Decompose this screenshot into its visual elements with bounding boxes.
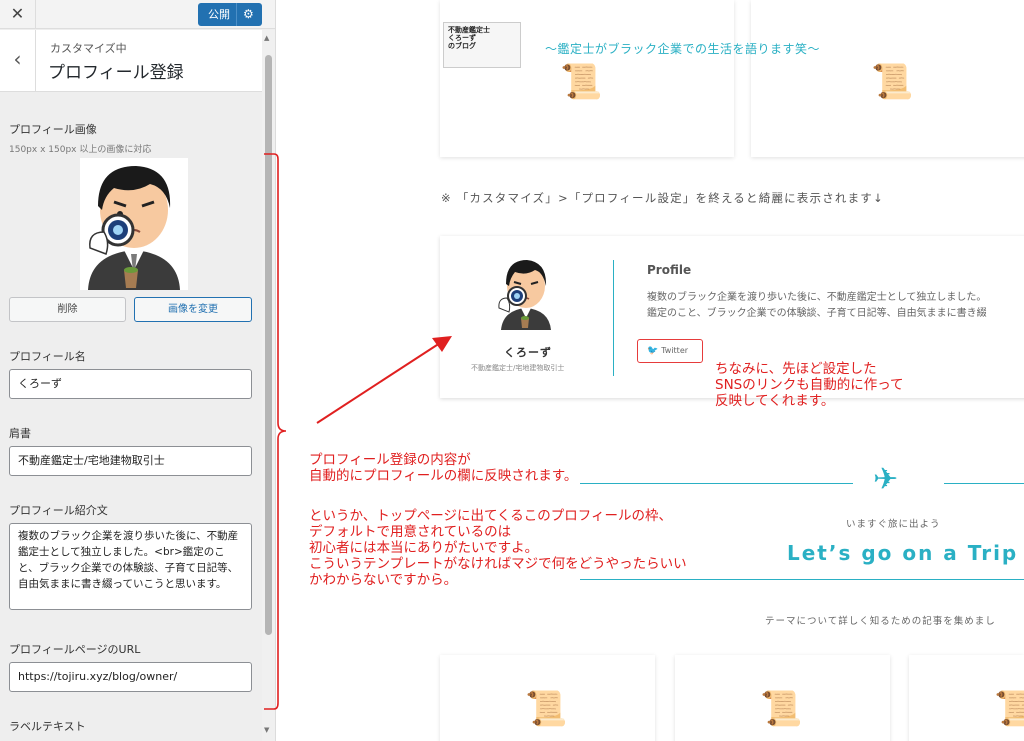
twitter-link[interactable]: 🐦 Twitter (637, 339, 703, 363)
profile-divider (613, 260, 614, 376)
twitter-bird-icon: 🐦 (647, 346, 659, 356)
section-title: プロフィール登録 (48, 63, 184, 83)
blog-logo-text: 不動産鑑定士 くろーず のブログ (448, 26, 490, 50)
publish-label[interactable]: 公開 (208, 8, 230, 21)
article-card[interactable]: 📜 (909, 655, 1024, 741)
template-annotation-line: こういうテンプレートがなければマジで何をどうやったらいい (309, 556, 687, 572)
scroll-down-icon[interactable]: ▼ (264, 726, 269, 734)
scroll-up-icon[interactable]: ▲ (264, 34, 269, 42)
scroll-icon: 📜 (994, 689, 1024, 729)
profile-image-note: 150px x 150px 以上の画像に対応 (9, 145, 152, 155)
profile-image-label: プロフィール画像 (9, 123, 97, 136)
blog-logo[interactable]: 不動産鑑定士 くろーず のブログ (443, 22, 521, 68)
profile-intro-textarea[interactable]: 複数のブラック企業を渡り歩いた後に、不動産鑑定士として独立しました。<br>鑑定… (9, 523, 252, 610)
customizer-topbar: ✕ 公開 ⚙ (0, 0, 275, 29)
scroll-icon: 📜 (871, 62, 914, 102)
section-rule-right (944, 483, 1024, 484)
post-card[interactable]: 📜 (751, 0, 1024, 157)
sns-annotation-line: SNSのリンクも自動的に作って (715, 377, 904, 393)
reflect-annotation: プロフィール登録の内容が 自動的にプロフィールの欄に反映されます。 (309, 452, 577, 484)
article-card[interactable]: 📜 (440, 655, 655, 741)
profile-card-heading: Profile (647, 263, 692, 277)
back-icon[interactable]: ‹ (0, 30, 36, 92)
profile-card-avatar (493, 260, 559, 330)
profile-role-input[interactable]: 不動産鑑定士/宅地建物取引士 (9, 446, 252, 476)
trip-subtitle: いますぐ旅に出よう (846, 519, 941, 530)
template-annotation-line: というか、トップページに出てくるこのプロフィールの枠、 (309, 508, 673, 524)
profile-url-label: プロフィールページのURL (9, 643, 141, 656)
trip-title: Let’s go on a Trip (787, 541, 1019, 565)
section-rule-left (580, 483, 853, 484)
section-subtitle: カスタマイズ中 (50, 42, 127, 55)
profile-avatar-image (80, 158, 188, 290)
gear-icon[interactable]: ⚙ (243, 3, 254, 26)
sns-annotation: ちなみに、先ほど設定した SNSのリンクも自動的に作って 反映してくれます。 (715, 361, 904, 409)
trip-description: テーマについて詳しく知るための記事を集めまし (765, 616, 996, 627)
close-icon[interactable]: ✕ (0, 0, 36, 29)
template-annotation-line: かわからないですから。 (309, 572, 458, 588)
section-header: ‹ カスタマイズ中 プロフィール登録 (0, 30, 262, 92)
reflect-annotation-line: 自動的にプロフィールの欄に反映されます。 (309, 468, 578, 484)
site-preview: 📜 📜 不動産鑑定士 くろーず のブログ ～鑑定士がブラック企業での生活を語りま… (277, 0, 1024, 741)
profile-name-label: プロフィール名 (9, 350, 86, 363)
sns-annotation-line: 反映してくれます。 (715, 393, 835, 409)
template-annotation: というか、トップページに出てくるこのプロフィールの枠、 デフォルトで用意されてい… (309, 508, 687, 588)
remove-image-button[interactable]: 削除 (9, 297, 126, 322)
airplane-icon: ✈ (873, 462, 899, 497)
scroll-icon: 📜 (525, 689, 568, 729)
sns-annotation-line: ちなみに、先ほど設定した (715, 361, 877, 377)
profile-role-label: 肩書 (9, 427, 31, 440)
profile-intro-label: プロフィール紹介文 (9, 504, 108, 517)
reflect-annotation-line: プロフィール登録の内容が (309, 452, 471, 468)
profile-intro-line: 鑑定のこと、ブラック企業での体験談、子育て日記等、自由気ままに書き綴 (647, 308, 987, 319)
profile-intro-line: 複数のブラック企業を渡り歩いた後に、不動産鑑定士として独立しました。 (647, 292, 987, 303)
change-image-button[interactable]: 画像を変更 (134, 297, 252, 322)
profile-card-name: くろーず (504, 346, 552, 359)
template-annotation-line: デフォルトで用意されているのは (309, 524, 512, 540)
article-card[interactable]: 📜 (675, 655, 890, 741)
customizer-sidebar: ✕ 公開 ⚙ ‹ カスタマイズ中 プロフィール登録 プロフィール画像 150px… (0, 0, 276, 741)
scroll-icon: 📜 (560, 62, 603, 102)
profile-url-input[interactable]: https://tojiru.xyz/blog/owner/ (9, 662, 252, 692)
publish-button[interactable]: 公開 ⚙ (198, 3, 262, 26)
twitter-label: Twitter (661, 346, 689, 355)
blog-tagline: ～鑑定士がブラック企業での生活を語ります笑～ (545, 42, 821, 56)
customize-notice: ※ 「カスタマイズ」>「プロフィール設定」を終えると綺麗に表示されます↓ (441, 191, 884, 205)
label-text-label: ラベルテキスト (9, 720, 86, 733)
profile-card-role: 不動産鑑定士/宅地建物取引士 (471, 364, 565, 372)
profile-name-input[interactable]: くろーず (9, 369, 252, 399)
annotation-bracket (264, 153, 287, 710)
publish-divider (236, 3, 237, 26)
scroll-icon: 📜 (760, 689, 803, 729)
template-annotation-line: 初心者には本当にありがたいですよ。 (309, 540, 539, 556)
profile-card-intro: 複数のブラック企業を渡り歩いた後に、不動産鑑定士として独立しました。 鑑定のこと… (647, 290, 1024, 322)
